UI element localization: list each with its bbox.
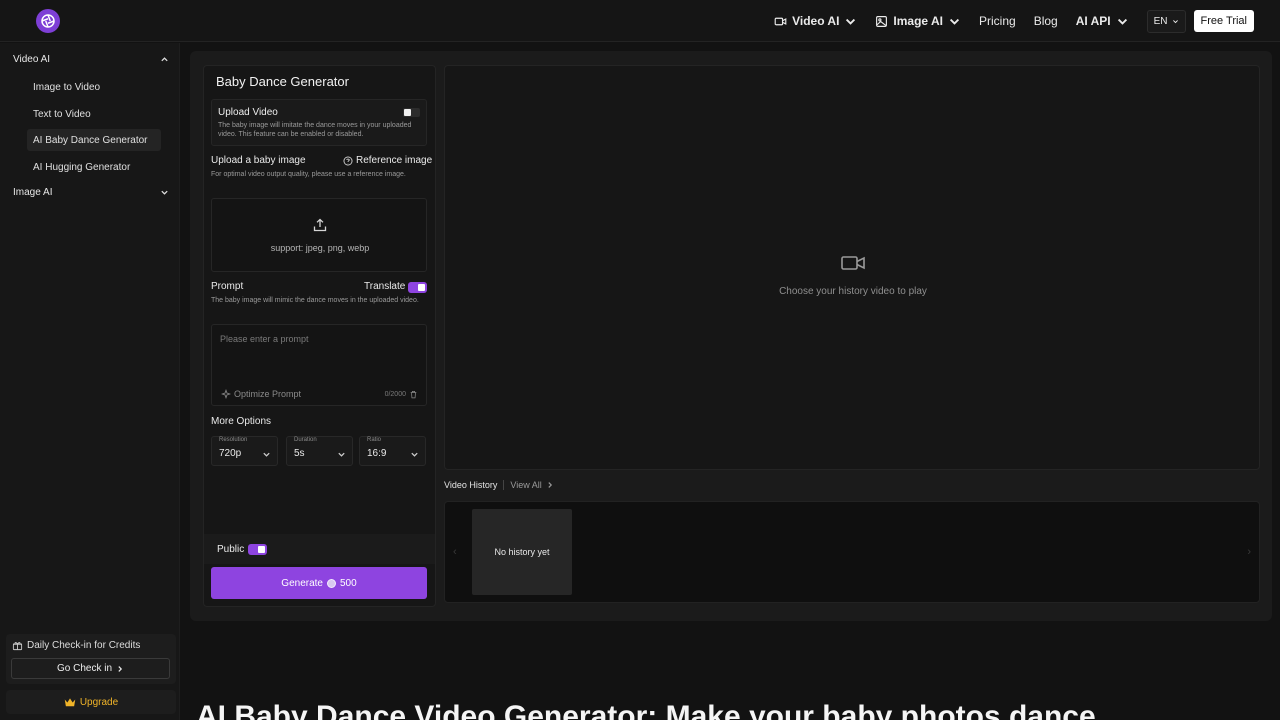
free-trial-button[interactable]: Free Trial (1193, 10, 1254, 32)
video-camera-icon (841, 256, 865, 270)
nav-ai-api[interactable]: AI API (1076, 14, 1129, 28)
nav-blog[interactable]: Blog (1034, 14, 1058, 28)
reference-image-link[interactable]: Reference image (343, 155, 432, 166)
generate-label: Generate (281, 577, 323, 589)
chevron-down-icon (411, 452, 418, 457)
chevron-right-icon (548, 482, 552, 488)
ratio-select[interactable]: Ratio 16:9 (359, 436, 426, 466)
go-check-in-button[interactable]: Go Check in (11, 658, 170, 679)
nav-video-ai[interactable]: Video AI (774, 14, 857, 28)
resolution-value: 720p (219, 448, 242, 459)
ratio-caption: Ratio (367, 437, 382, 443)
upload-video-box: Upload Video The baby image will imitate… (211, 99, 427, 146)
upload-video-toggle[interactable] (403, 108, 420, 117)
image-icon (876, 15, 888, 27)
duration-caption: Duration (294, 437, 317, 443)
history-empty-text: No history yet (494, 547, 550, 557)
history-empty-card: No history yet (472, 509, 572, 595)
nav-image-ai-label: Image AI (893, 14, 943, 28)
nav-ai-api-label: AI API (1075, 14, 1111, 28)
public-toggle[interactable] (248, 544, 267, 555)
sidebar-group-label: Image AI (13, 187, 53, 198)
chevron-down-icon (263, 452, 270, 457)
video-preview: Choose your history video to play (444, 65, 1260, 470)
upload-video-label: Upload Video (218, 107, 278, 118)
page-heading: AI Baby Dance Video Generator: Make your… (196, 700, 1096, 720)
video-history-header: Video History View All (444, 480, 554, 490)
generate-credits: 500 (340, 577, 357, 589)
view-all-label: View All (510, 480, 542, 490)
resolution-caption: Resolution (219, 437, 248, 443)
sidebar: Video AI Image to Video Text to Video AI… (0, 43, 180, 720)
divider (503, 480, 505, 490)
sidebar-item-baby-dance[interactable]: AI Baby Dance Generator (27, 129, 161, 151)
upload-video-desc: The baby image will imitate the dance mo… (218, 122, 412, 138)
video-history-list: ‹ No history yet › (444, 501, 1260, 603)
chevron-left-icon[interactable]: ‹ (453, 546, 457, 558)
sidebar-item-image-to-video[interactable]: Image to Video (27, 76, 161, 98)
credit-coin-icon (327, 578, 336, 588)
duration-value: 5s (294, 448, 305, 459)
crown-icon (64, 697, 76, 706)
sidebar-item-text-to-video[interactable]: Text to Video (27, 103, 161, 125)
nav-image-ai[interactable]: Image AI (875, 14, 961, 28)
char-counter-value: 0/2000 (384, 391, 406, 398)
sidebar-group-label: Video AI (13, 54, 51, 65)
image-dropzone[interactable]: support: jpeg, png, webp (211, 198, 427, 272)
chevron-right-icon (118, 665, 123, 672)
sidebar-group-image-ai[interactable]: Image AI (13, 187, 169, 198)
chevron-down-icon (338, 452, 345, 457)
form-title: Baby Dance Generator (216, 74, 349, 89)
duration-select[interactable]: Duration 5s (286, 436, 353, 466)
top-nav: Video AI Image AI Pricing Blog AI API EN… (0, 0, 1280, 42)
optimize-prompt-button[interactable]: Optimize Prompt (221, 389, 301, 399)
upgrade-button[interactable]: Upgrade (6, 690, 176, 714)
prompt-label: Prompt (211, 281, 244, 292)
chevron-down-icon (846, 18, 856, 25)
language-label: EN (1153, 15, 1168, 27)
generate-button[interactable]: Generate 500 (211, 567, 427, 599)
upload-baby-desc: For optimal video output quality, please… (211, 171, 406, 178)
translate-toggle[interactable] (408, 282, 427, 293)
upgrade-label: Upgrade (79, 696, 119, 708)
gift-icon (12, 642, 23, 651)
chevron-down-icon (161, 190, 168, 195)
chevron-up-icon (161, 57, 168, 62)
upload-icon (313, 218, 327, 232)
chevron-down-icon (1172, 19, 1178, 23)
char-counter: 0/2000 (385, 390, 418, 399)
optimize-prompt-label: Optimize Prompt (234, 389, 302, 399)
chevron-right-icon[interactable]: › (1247, 546, 1251, 558)
more-options-label: More Options (211, 416, 272, 427)
translate-label: Translate (364, 281, 406, 292)
trash-icon[interactable] (409, 390, 418, 399)
preview-message: Choose your history video to play (779, 286, 927, 297)
public-label: Public (217, 544, 245, 555)
help-circle-icon (343, 156, 353, 165)
logo-icon[interactable] (36, 9, 60, 33)
language-select[interactable]: EN (1146, 9, 1186, 33)
reference-image-label: Reference image (356, 155, 433, 166)
daily-checkin-card: Daily Check-in for Credits Go Check in (6, 634, 176, 684)
nav-pricing[interactable]: Pricing (979, 14, 1016, 28)
checkin-title: Daily Check-in for Credits (27, 640, 141, 651)
sparkle-icon (221, 389, 231, 399)
prompt-desc: The baby image will mimic the dance move… (211, 297, 419, 304)
check-in-label: Go Check in (56, 663, 113, 674)
chevron-down-icon (949, 18, 960, 25)
ratio-value: 16:9 (367, 448, 387, 459)
prompt-input[interactable] (212, 325, 426, 383)
sidebar-group-video-ai[interactable]: Video AI (13, 54, 169, 65)
upload-baby-label: Upload a baby image (211, 155, 306, 166)
view-all-link[interactable]: View All (510, 480, 553, 490)
prompt-box: Optimize Prompt 0/2000 (211, 324, 427, 406)
video-history-title: Video History (444, 480, 498, 490)
resolution-select[interactable]: Resolution 720p (211, 436, 278, 466)
chevron-down-icon (1117, 18, 1127, 25)
supported-formats: support: jpeg, png, webp (270, 243, 370, 253)
sidebar-item-hugging[interactable]: AI Hugging Generator (27, 156, 161, 178)
video-camera-icon (774, 17, 787, 25)
nav-video-ai-label: Video AI (792, 14, 840, 28)
